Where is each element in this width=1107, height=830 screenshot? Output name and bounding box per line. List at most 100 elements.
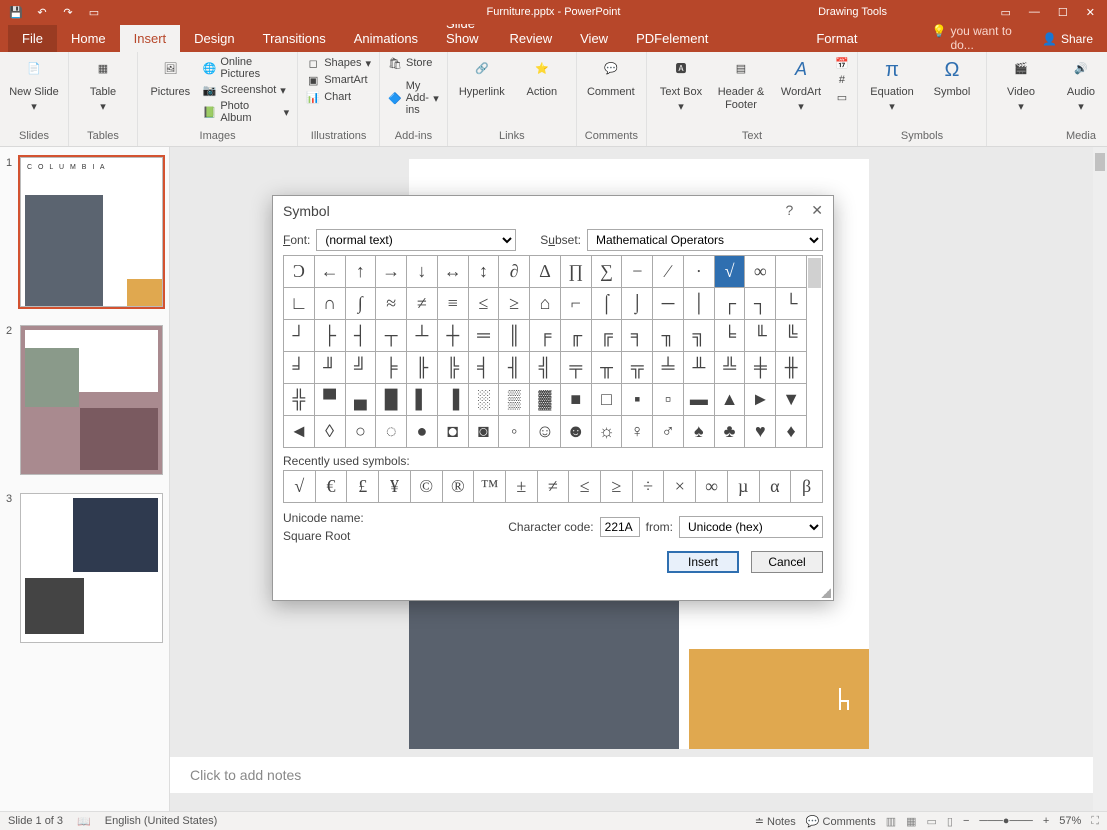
symbol-cell[interactable]: ╣ xyxy=(530,352,561,384)
symbol-cell[interactable]: ↔ xyxy=(438,256,469,288)
symbol-cell[interactable]: ∕ xyxy=(653,256,684,288)
recent-symbol-cell[interactable]: √ xyxy=(284,471,316,503)
symbol-cell[interactable]: ♀ xyxy=(622,416,653,448)
symbol-cell[interactable]: ◌ xyxy=(376,416,407,448)
ribbon-options-icon[interactable]: ▭ xyxy=(1001,6,1011,19)
symbol-cell[interactable]: ▄ xyxy=(346,384,377,416)
symbol-cell[interactable]: ↑ xyxy=(346,256,377,288)
online-pictures-button[interactable]: 🌐Online Pictures xyxy=(203,56,290,80)
symbol-grid-scrollbar[interactable] xyxy=(807,255,823,448)
symbol-cell[interactable]: ◊ xyxy=(315,416,346,448)
symbol-cell[interactable]: ≈ xyxy=(376,288,407,320)
recent-symbol-cell[interactable]: ¥ xyxy=(379,471,411,503)
symbol-cell[interactable]: ■ xyxy=(561,384,592,416)
symbol-cell[interactable]: ► xyxy=(745,384,776,416)
recent-symbol-cell[interactable]: ≠ xyxy=(538,471,570,503)
slide-sorter-icon[interactable]: ▦ xyxy=(906,815,916,828)
symbol-cell[interactable]: ▬ xyxy=(684,384,715,416)
symbol-cell[interactable]: ╫ xyxy=(776,352,807,384)
symbol-cell[interactable]: ╛ xyxy=(284,352,315,384)
comment-button[interactable]: 💬Comment xyxy=(585,56,637,99)
symbol-cell[interactable]: ╓ xyxy=(561,320,592,352)
symbol-cell[interactable]: ╕ xyxy=(622,320,653,352)
symbol-cell[interactable]: ╜ xyxy=(315,352,346,384)
symbol-cell[interactable]: ┘ xyxy=(284,320,315,352)
symbol-cell[interactable]: ▀ xyxy=(315,384,346,416)
start-from-beginning-icon[interactable]: ▭ xyxy=(86,4,102,20)
symbol-cell[interactable]: ═ xyxy=(469,320,500,352)
screenshot-button[interactable]: 📷Screenshot ▾ xyxy=(203,83,290,97)
comments-button[interactable]: 💬 Comments xyxy=(806,815,876,828)
object-button[interactable]: ▭ xyxy=(835,90,849,104)
tab-design[interactable]: Design xyxy=(180,25,248,52)
recent-symbol-cell[interactable]: © xyxy=(411,471,443,503)
symbol-cell[interactable]: ♣ xyxy=(715,416,746,448)
tab-transitions[interactable]: Transitions xyxy=(249,25,340,52)
tab-insert[interactable]: Insert xyxy=(120,25,181,52)
symbol-cell[interactable]: ∙ xyxy=(684,256,715,288)
resize-handle[interactable] xyxy=(821,588,831,598)
symbol-cell[interactable]: │ xyxy=(684,288,715,320)
symbol-cell[interactable]: ╧ xyxy=(653,352,684,384)
maximize-icon[interactable]: ☐ xyxy=(1058,6,1068,19)
symbol-cell[interactable]: ╢ xyxy=(499,352,530,384)
audio-button[interactable]: 🔊Audio▾ xyxy=(1055,56,1107,114)
symbol-cell[interactable]: ┌ xyxy=(715,288,746,320)
wordart-button[interactable]: AWordArt▾ xyxy=(775,56,827,114)
symbol-cell[interactable]: ─ xyxy=(653,288,684,320)
tab-review[interactable]: Review xyxy=(496,25,567,52)
symbol-cell[interactable]: ╨ xyxy=(684,352,715,384)
symbol-cell[interactable]: ◙ xyxy=(469,416,500,448)
thumbnail-1[interactable]: 1 C O L U M B I A xyxy=(6,157,163,307)
symbol-cell[interactable]: ╤ xyxy=(561,352,592,384)
recent-symbol-cell[interactable]: £ xyxy=(347,471,379,503)
recent-symbol-cell[interactable]: ÷ xyxy=(633,471,665,503)
symbol-cell[interactable]: ♥ xyxy=(745,416,776,448)
hyperlink-button[interactable]: 🔗Hyperlink xyxy=(456,56,508,99)
symbol-cell[interactable]: ☻ xyxy=(561,416,592,448)
equation-button[interactable]: πEquation▾ xyxy=(866,56,918,114)
symbol-cell[interactable]: ╗ xyxy=(684,320,715,352)
slideshow-view-icon[interactable]: ▯ xyxy=(947,815,953,828)
char-code-input[interactable] xyxy=(600,517,640,537)
symbol-cell[interactable]: ∆ xyxy=(530,256,561,288)
symbol-cell[interactable]: ▒ xyxy=(499,384,530,416)
recent-symbol-cell[interactable]: ∞ xyxy=(696,471,728,503)
cancel-button[interactable]: Cancel xyxy=(751,551,823,573)
symbol-cell[interactable]: ║ xyxy=(499,320,530,352)
symbol-cell[interactable]: ∟ xyxy=(284,288,315,320)
symbol-cell[interactable]: ├ xyxy=(315,320,346,352)
symbol-cell[interactable] xyxy=(776,256,807,288)
tab-format[interactable]: Format xyxy=(802,25,871,52)
symbol-cell[interactable]: Ɔ xyxy=(284,256,315,288)
thumbnail-2[interactable]: 2 xyxy=(6,325,163,475)
symbol-cell[interactable]: ╟ xyxy=(407,352,438,384)
symbol-cell[interactable]: ▪ xyxy=(622,384,653,416)
recent-symbol-cell[interactable]: µ xyxy=(728,471,760,503)
symbol-cell[interactable]: − xyxy=(622,256,653,288)
symbol-cell[interactable]: ← xyxy=(315,256,346,288)
recent-symbol-cell[interactable]: ™ xyxy=(474,471,506,503)
symbol-cell[interactable]: ╞ xyxy=(376,352,407,384)
symbol-cell[interactable]: ◘ xyxy=(438,416,469,448)
zoom-out-button[interactable]: − xyxy=(963,815,969,827)
symbol-cell[interactable]: ▫ xyxy=(653,384,684,416)
close-dialog-icon[interactable]: ✕ xyxy=(811,202,823,219)
share-button[interactable]: 👤Share xyxy=(1028,26,1107,52)
symbol-cell[interactable]: ▲ xyxy=(715,384,746,416)
reading-view-icon[interactable]: ▭ xyxy=(927,815,937,828)
symbol-cell[interactable]: □ xyxy=(592,384,623,416)
symbol-cell[interactable]: ≡ xyxy=(438,288,469,320)
tab-file[interactable]: File xyxy=(8,25,57,52)
font-select[interactable]: (normal text) xyxy=(316,229,516,251)
symbol-button[interactable]: ΩSymbol xyxy=(926,56,978,99)
symbol-cell[interactable]: ╙ xyxy=(745,320,776,352)
text-box-button[interactable]: 🅰Text Box▾ xyxy=(655,56,707,114)
symbol-cell[interactable]: ▓ xyxy=(530,384,561,416)
symbol-cell[interactable]: ≠ xyxy=(407,288,438,320)
symbol-cell[interactable]: █ xyxy=(376,384,407,416)
language-indicator[interactable]: English (United States) xyxy=(105,815,218,827)
symbol-cell[interactable]: └ xyxy=(776,288,807,320)
symbol-cell[interactable]: ░ xyxy=(469,384,500,416)
symbol-cell[interactable]: ╩ xyxy=(715,352,746,384)
